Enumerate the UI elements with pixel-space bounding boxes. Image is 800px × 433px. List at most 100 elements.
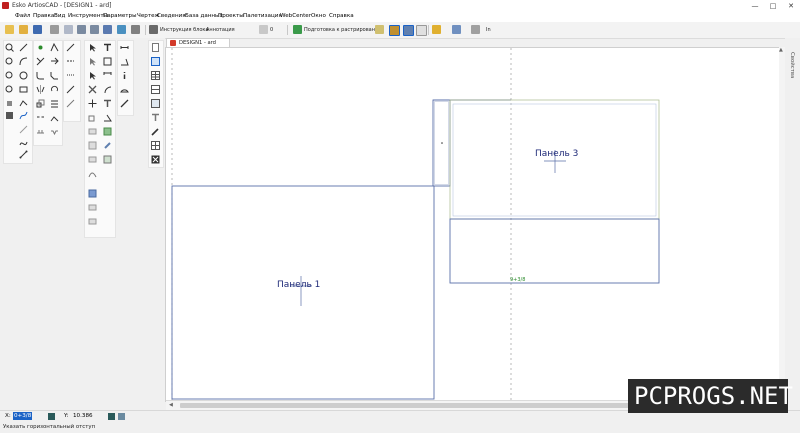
print-icon[interactable] xyxy=(50,25,59,34)
frame-icon[interactable] xyxy=(416,25,427,36)
menu-info[interactable]: Сведения xyxy=(157,13,186,19)
protractor-icon[interactable] xyxy=(120,85,129,94)
angle-value[interactable]: 0 xyxy=(270,27,273,33)
block-instructions-label[interactable]: Инструкция блока xyxy=(160,27,209,33)
point-tool-icon[interactable] xyxy=(36,43,45,52)
pattern-icon[interactable] xyxy=(375,25,384,34)
drawing-canvas[interactable]: Панель 1 Панель 3 9+3/8 xyxy=(165,47,781,402)
text-format-icon[interactable] xyxy=(151,113,160,122)
fill-icon[interactable] xyxy=(103,127,112,136)
arrow-select-icon[interactable] xyxy=(88,43,97,52)
break-tool-icon[interactable] xyxy=(36,113,45,122)
align-icon[interactable] xyxy=(88,155,97,164)
menu-options[interactable]: Параметры xyxy=(103,13,137,19)
menu-projects[interactable]: Проекты xyxy=(218,13,244,19)
measure-icon[interactable] xyxy=(389,25,400,36)
pencil-icon[interactable] xyxy=(432,25,441,34)
undo-icon[interactable] xyxy=(77,25,86,34)
right-side-panel[interactable]: Свойства xyxy=(785,38,800,410)
menu-view[interactable]: Вид xyxy=(54,13,65,19)
notch-tool-icon[interactable] xyxy=(50,127,59,136)
curve-edit-icon[interactable] xyxy=(88,169,97,178)
menu-webcenter[interactable]: WebCenter xyxy=(280,13,311,19)
panel-1-outline[interactable] xyxy=(171,185,435,400)
minimize-button[interactable]: — xyxy=(746,0,764,12)
dimension-line-icon[interactable] xyxy=(19,150,28,159)
rotate-tool-icon[interactable] xyxy=(50,85,59,94)
layers-icon[interactable] xyxy=(131,25,140,34)
frame-select-icon[interactable] xyxy=(151,57,160,66)
glue-icon[interactable] xyxy=(66,99,75,108)
move-icon[interactable] xyxy=(88,99,97,108)
angle-tool-icon[interactable] xyxy=(50,43,59,52)
in-label[interactable]: In xyxy=(486,27,491,33)
delete-icon[interactable] xyxy=(88,85,97,94)
new-icon[interactable] xyxy=(5,25,14,34)
copy-move-icon[interactable] xyxy=(88,113,97,122)
curve-tool-icon[interactable] xyxy=(19,139,28,148)
hairline-icon[interactable] xyxy=(66,43,75,52)
right-panel-label[interactable]: Свойства xyxy=(789,52,795,78)
zoom-in-icon[interactable] xyxy=(5,43,14,52)
layout-icon[interactable] xyxy=(151,85,160,94)
text-tool-icon[interactable] xyxy=(103,43,112,52)
save-icon[interactable] xyxy=(33,25,42,34)
extend-tool-icon[interactable] xyxy=(50,57,59,66)
clone-icon[interactable] xyxy=(88,141,97,150)
scroll-up-icon[interactable]: ▲ xyxy=(779,47,783,53)
angle-icon[interactable] xyxy=(259,25,268,34)
panel-3-outline[interactable] xyxy=(449,99,660,220)
line-tool-icon[interactable] xyxy=(19,43,28,52)
zoom-window-icon[interactable] xyxy=(5,57,14,66)
arc-tool-icon[interactable] xyxy=(19,57,28,66)
perforation-icon[interactable] xyxy=(66,71,75,80)
block-icon[interactable] xyxy=(149,25,158,34)
menu-edit[interactable]: Правка xyxy=(33,13,54,19)
polyline-tool-icon[interactable] xyxy=(19,99,28,108)
text-style-icon[interactable] xyxy=(103,99,112,108)
arrows-icon[interactable] xyxy=(471,25,480,34)
export-icon[interactable] xyxy=(88,217,97,226)
zoom-out-icon[interactable] xyxy=(5,71,14,80)
zoom-fit-icon[interactable] xyxy=(5,85,14,94)
annotation-label[interactable]: Аннотация xyxy=(206,27,235,33)
panel-icon[interactable] xyxy=(151,99,160,108)
maximize-button[interactable]: □ xyxy=(764,0,782,12)
radius-dim-icon[interactable] xyxy=(103,85,112,94)
join-tool-icon[interactable] xyxy=(50,113,59,122)
partial-cut-icon[interactable] xyxy=(66,85,75,94)
array-tool-icon[interactable] xyxy=(50,99,59,108)
pan-icon[interactable] xyxy=(5,99,14,108)
menu-palletization[interactable]: Палетизация xyxy=(243,13,282,19)
options-icon[interactable] xyxy=(118,413,125,420)
scroll-left-icon[interactable]: ◀ xyxy=(169,402,173,408)
select-icon[interactable] xyxy=(5,111,14,120)
page-icon[interactable] xyxy=(151,43,160,52)
group-select-icon[interactable] xyxy=(88,71,97,80)
measure-angle-icon[interactable] xyxy=(120,57,129,66)
stretch-icon[interactable] xyxy=(88,127,97,136)
library-icon[interactable] xyxy=(88,189,97,198)
angle-dim-icon[interactable] xyxy=(103,113,112,122)
horizontal-scroll-thumb[interactable] xyxy=(180,403,650,408)
node-select-icon[interactable] xyxy=(88,57,97,66)
offset-tool-icon[interactable] xyxy=(19,125,28,134)
crease-icon[interactable] xyxy=(66,57,75,66)
grid-layout-icon[interactable] xyxy=(151,71,160,80)
bridge-tool-icon[interactable] xyxy=(36,127,45,136)
clip-icon[interactable] xyxy=(103,141,112,150)
close-button[interactable]: ✕ xyxy=(782,0,800,12)
rectangle-tool-icon[interactable] xyxy=(19,85,28,94)
y-coordinate-field[interactable]: 10.386 xyxy=(72,412,94,420)
open-icon[interactable] xyxy=(19,25,28,34)
chamfer-tool-icon[interactable] xyxy=(50,71,59,80)
pen-icon[interactable] xyxy=(120,99,129,108)
note-tool-icon[interactable] xyxy=(103,57,112,66)
info-icon[interactable] xyxy=(120,71,129,80)
scale-tool-icon[interactable] xyxy=(36,99,45,108)
brush-icon[interactable] xyxy=(151,127,160,136)
remove-panel-icon[interactable] xyxy=(151,155,160,164)
lock-y-icon[interactable] xyxy=(108,413,115,420)
copy-icon[interactable] xyxy=(64,25,73,34)
panel-lower-right-outline[interactable] xyxy=(449,218,660,284)
